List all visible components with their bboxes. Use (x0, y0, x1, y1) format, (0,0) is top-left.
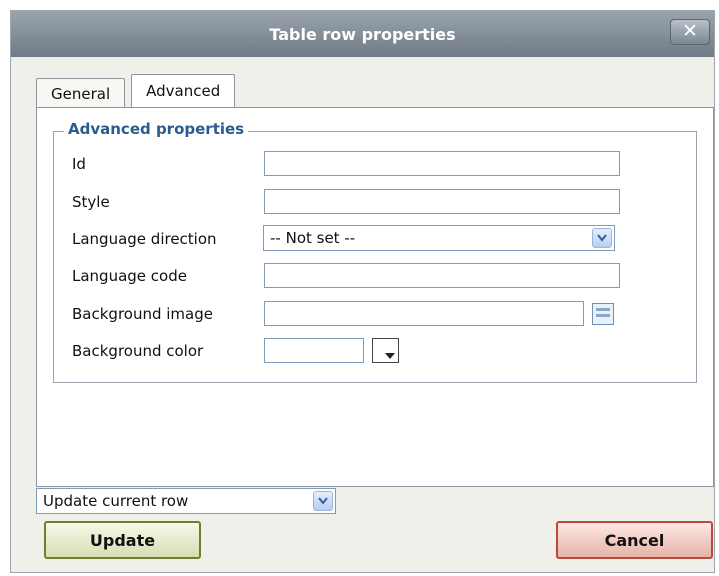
dialog-title: Table row properties (269, 24, 456, 44)
language-code-input[interactable] (264, 263, 620, 288)
tab-advanced[interactable]: Advanced (131, 74, 236, 109)
close-button[interactable]: ✕ (670, 19, 710, 45)
tab-general[interactable]: General (36, 78, 126, 108)
language-code-label: Language code (72, 266, 187, 285)
cancel-button[interactable]: Cancel (556, 521, 713, 559)
tab-strip: General Advanced (36, 70, 241, 109)
action-select-value: Update current row (43, 492, 189, 510)
browse-icon[interactable] (592, 302, 614, 325)
row-background-image: Background image (72, 300, 614, 327)
row-id: Id (72, 150, 620, 177)
id-input[interactable] (264, 151, 620, 176)
fieldset-legend: Advanced properties (64, 120, 249, 138)
language-direction-label: Language direction (72, 229, 217, 248)
row-background-color: Background color (72, 337, 399, 364)
style-label: Style (72, 192, 110, 211)
action-select[interactable]: Update current row (36, 488, 336, 514)
title-bar: Table row properties ✕ (11, 11, 714, 57)
id-label: Id (72, 154, 86, 173)
advanced-properties-fieldset: Advanced properties Id Style Language di… (53, 120, 697, 383)
advanced-panel: Advanced properties Id Style Language di… (36, 107, 714, 487)
row-style: Style (72, 188, 620, 215)
background-color-input[interactable] (264, 338, 364, 363)
language-direction-select[interactable]: -- Not set -- (263, 225, 615, 251)
background-image-label: Background image (72, 304, 213, 323)
table-row-properties-dialog: Table row properties ✕ General Advanced … (10, 10, 715, 573)
chevron-down-icon[interactable] (313, 491, 333, 511)
language-direction-value: -- Not set -- (270, 229, 356, 247)
update-button[interactable]: Update (44, 521, 201, 559)
style-input[interactable] (264, 189, 620, 214)
background-image-input[interactable] (264, 301, 584, 326)
row-language-direction: Language direction (72, 225, 264, 252)
color-picker-icon[interactable] (372, 338, 399, 363)
background-color-label: Background color (72, 341, 204, 360)
chevron-down-icon[interactable] (592, 228, 612, 248)
row-language-code: Language code (72, 262, 620, 289)
